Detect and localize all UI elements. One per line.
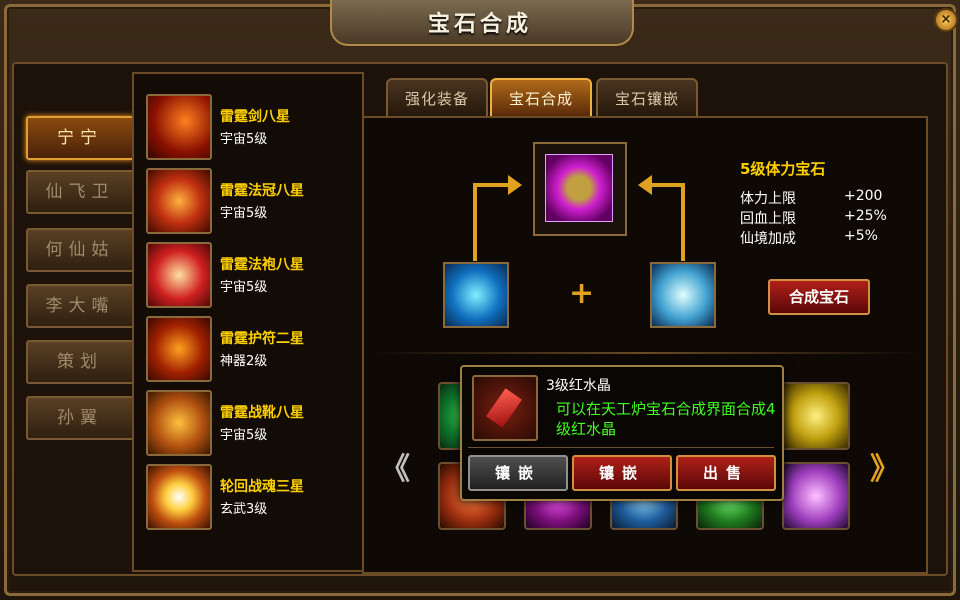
equipment-item[interactable]: 雷霆剑八星 宇宙5级 (146, 94, 356, 160)
character-tab-2[interactable]: 仙飞卫 (26, 170, 134, 214)
stat-value: +5% (844, 228, 878, 244)
equipment-name: 雷霆法冠八星 (220, 183, 304, 199)
equipment-item[interactable]: 雷霆护符二星 神器2级 (146, 316, 356, 382)
equipment-name: 雷霆战靴八星 (220, 405, 304, 421)
equipment-item[interactable]: 雷霆法冠八星 宇宙5级 (146, 168, 356, 234)
equipment-level: 宇宙5级 (220, 206, 268, 221)
amulet-icon (146, 316, 212, 382)
plus-icon: + (569, 276, 595, 311)
ingredient-slot-right[interactable] (650, 262, 716, 328)
character-tab-6[interactable]: 孙翼 (26, 396, 134, 440)
stat-label: 体力上限 (740, 191, 796, 207)
tab-gem-inlay[interactable]: 宝石镶嵌 (596, 78, 698, 116)
character-tab-3[interactable]: 何仙姑 (26, 228, 134, 272)
stat-value: +25% (844, 208, 887, 224)
equipment-level: 宇宙5级 (220, 280, 268, 295)
equipment-level: 玄武3级 (220, 502, 268, 517)
equipment-name: 雷霆剑八星 (220, 109, 290, 125)
right-arrow-line (652, 183, 685, 187)
boots-icon (146, 390, 212, 456)
sword-icon (146, 94, 212, 160)
synthesize-gem-button[interactable]: 合成宝石 (768, 279, 870, 315)
equipment-name: 雷霆护符二星 (220, 331, 304, 347)
equipment-level: 宇宙5级 (220, 132, 268, 147)
tab-enhance-equipment[interactable]: 强化装备 (386, 78, 488, 116)
sell-button[interactable]: 出售 (676, 455, 776, 491)
inlay-button[interactable]: 镶嵌 (572, 455, 672, 491)
equipment-level: 神器2级 (220, 354, 268, 369)
prev-page-button[interactable]: 《 (380, 444, 410, 488)
arrow-right-icon (508, 175, 522, 195)
left-arrow-line (473, 183, 477, 261)
section-divider (370, 352, 920, 354)
tooltip-description: 可以在天工炉宝石合成界面合成4级红水晶 (556, 400, 776, 438)
arrow-left-icon (638, 175, 652, 195)
result-gem-icon (545, 154, 613, 222)
inventory-gem[interactable] (782, 462, 850, 530)
next-page-button[interactable]: 》 (870, 444, 900, 488)
result-slot[interactable] (533, 142, 627, 236)
equipment-item[interactable]: 雷霆法袍八星 宇宙5级 (146, 242, 356, 308)
red-crystal-icon (472, 375, 538, 441)
inventory-gem[interactable] (782, 382, 850, 450)
soul-icon (146, 464, 212, 530)
equipment-item[interactable]: 雷霆战靴八星 宇宙5级 (146, 390, 356, 456)
robe-icon (146, 242, 212, 308)
equipment-level: 宇宙5级 (220, 428, 268, 443)
ingredient-slot-left[interactable] (443, 262, 509, 328)
tooltip-divider (468, 447, 774, 448)
stat-row: 回血上限 +25% (740, 208, 887, 228)
right-arrow-line (681, 183, 685, 261)
equipment-name: 轮回战魂三星 (220, 479, 304, 495)
inlay-button-disabled[interactable]: 镶嵌 (468, 455, 568, 491)
stat-row: 仙境加成 +5% (740, 228, 878, 248)
character-tab-5[interactable]: 策划 (26, 340, 134, 384)
tab-gem-synthesis[interactable]: 宝石合成 (490, 78, 592, 116)
item-tooltip: 3级红水晶 可以在天工炉宝石合成界面合成4级红水晶 镶嵌 镶嵌 出售 (460, 365, 784, 501)
tooltip-item-name: 3级红水晶 (546, 378, 611, 394)
window-title: 宝石合成 (427, 12, 532, 37)
equipment-name: 雷霆法袍八星 (220, 257, 304, 273)
crown-icon (146, 168, 212, 234)
stat-row: 体力上限 +200 (740, 188, 882, 208)
stat-value: +200 (844, 188, 883, 204)
equipment-item[interactable]: 轮回战魂三星 玄武3级 (146, 464, 356, 530)
character-tab-4[interactable]: 李大嘴 (26, 284, 134, 328)
close-button[interactable]: × (934, 8, 958, 32)
left-arrow-line (473, 183, 511, 187)
stat-label: 回血上限 (740, 211, 796, 227)
stat-label: 仙境加成 (740, 231, 796, 247)
crystal-shape (486, 388, 522, 428)
result-gem-name: 5级体力宝石 (740, 160, 826, 178)
character-tab-1[interactable]: 宁宁 (26, 116, 134, 160)
